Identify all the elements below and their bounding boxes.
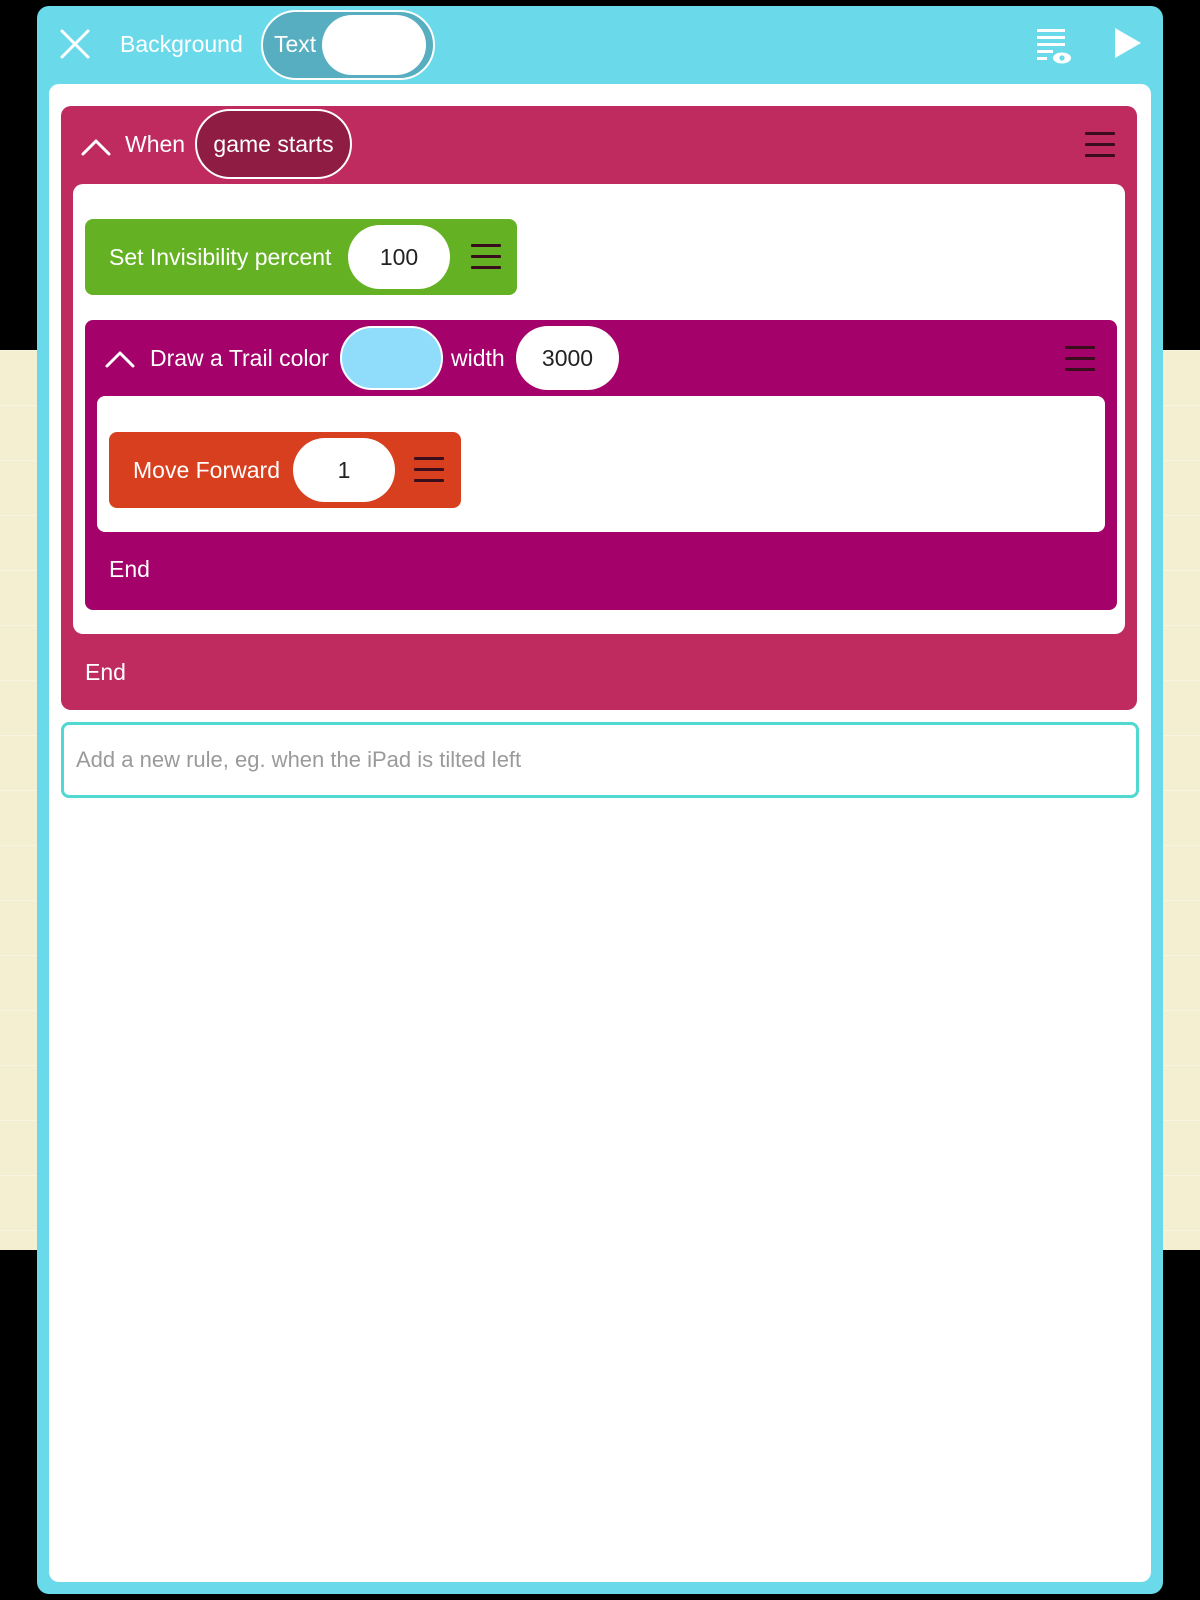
- move-forward-value-field[interactable]: 1: [293, 438, 395, 502]
- trail-end-label: End: [109, 556, 150, 582]
- move-forward-menu-button[interactable]: [414, 457, 444, 483]
- invisibility-menu-button[interactable]: [471, 244, 501, 270]
- trail-color-picker[interactable]: [340, 326, 443, 390]
- when-end-label: End: [85, 659, 126, 685]
- close-icon: [60, 29, 90, 59]
- add-rule-input[interactable]: [61, 722, 1139, 798]
- close-button[interactable]: [57, 26, 93, 62]
- text-mode-toggle[interactable]: Text: [261, 10, 435, 80]
- when-label: When: [125, 131, 186, 157]
- editor-toolbar: Background Text: [37, 6, 1163, 84]
- when-menu-button[interactable]: [1085, 132, 1115, 158]
- event-selector[interactable]: game starts: [195, 109, 352, 179]
- collapse-trail-button[interactable]: [103, 348, 137, 370]
- trail-menu-button[interactable]: [1065, 346, 1095, 372]
- rule-viewer-icon: [1037, 29, 1071, 64]
- invisibility-value-field[interactable]: 100: [348, 225, 450, 289]
- move-forward-block[interactable]: Move Forward 1: [109, 432, 461, 508]
- toggle-knob: [322, 15, 426, 75]
- draw-trail-label: Draw a Trail color: [150, 345, 329, 371]
- rule-viewer-button[interactable]: [1035, 26, 1073, 66]
- set-invisibility-label: Set Invisibility percent: [109, 244, 332, 270]
- width-label: width: [451, 345, 505, 371]
- draw-trail-body: Move Forward 1: [97, 396, 1105, 532]
- trail-width-field[interactable]: 3000: [516, 326, 619, 390]
- toggle-label: Text: [274, 31, 317, 57]
- object-title: Background: [120, 31, 243, 57]
- set-invisibility-block[interactable]: Set Invisibility percent 100: [85, 219, 517, 295]
- play-button[interactable]: [1113, 26, 1143, 60]
- when-rule-block: When game starts Set Invisibility percen…: [61, 106, 1137, 710]
- when-rule-body: Set Invisibility percent 100 Draw a Trai…: [73, 184, 1125, 634]
- chevron-up-icon: [81, 139, 111, 156]
- chevron-up-icon: [105, 351, 135, 368]
- rules-editor-panel: Background Text When game starts Set Inv…: [37, 6, 1163, 1594]
- rules-canvas: When game starts Set Invisibility percen…: [49, 84, 1151, 1582]
- draw-trail-block: Draw a Trail color width 3000 Move Forwa…: [85, 320, 1117, 610]
- move-forward-label: Move Forward: [133, 457, 280, 483]
- play-icon: [1115, 28, 1141, 58]
- collapse-when-button[interactable]: [79, 136, 113, 158]
